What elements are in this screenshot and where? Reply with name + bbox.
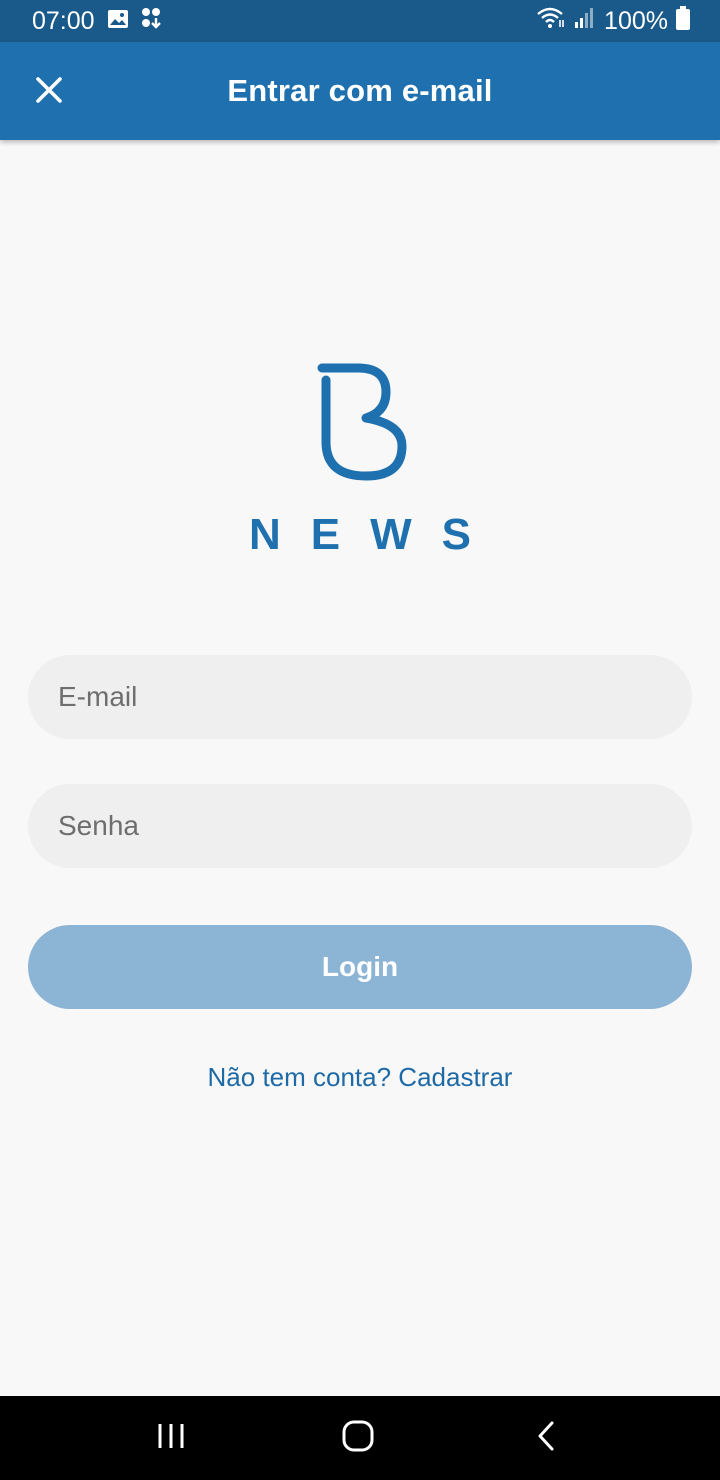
recent-apps-button[interactable] (141, 1413, 201, 1463)
password-field-container (28, 784, 692, 868)
wifi-icon (536, 7, 566, 36)
signal-icon (574, 7, 596, 36)
brand-wordmark: NEWS (249, 510, 501, 559)
login-button[interactable]: Login (28, 925, 692, 1009)
nav-bar (0, 1396, 720, 1480)
close-icon (35, 76, 63, 109)
b-logo-icon (310, 362, 410, 482)
password-field[interactable] (56, 809, 664, 843)
back-button[interactable] (516, 1413, 576, 1463)
battery-text: 100% (604, 6, 668, 35)
battery-icon (676, 5, 690, 37)
signup-link[interactable]: Não tem conta? Cadastrar (0, 1062, 720, 1093)
status-time: 07:00 (32, 6, 95, 35)
recent-apps-icon (156, 1421, 186, 1456)
close-button[interactable] (24, 67, 74, 117)
back-icon (534, 1419, 558, 1458)
status-bar: 07:00 100% (0, 0, 720, 42)
home-button[interactable] (328, 1413, 388, 1463)
email-field[interactable] (56, 680, 664, 714)
email-field-container (28, 655, 692, 739)
app-bar: Entrar com e-mail (0, 42, 720, 140)
download-icon (141, 7, 165, 36)
home-icon (341, 1419, 375, 1458)
page-title: Entrar com e-mail (227, 73, 493, 108)
status-left: 07:00 (32, 7, 165, 36)
gallery-icon (107, 7, 129, 36)
status-right: 100% (536, 5, 690, 37)
